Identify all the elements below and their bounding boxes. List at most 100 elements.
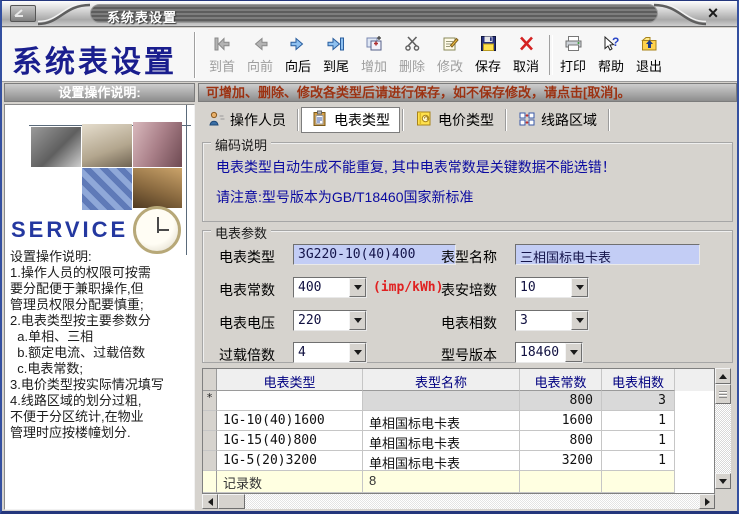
modify-record-button[interactable]: 修改: [431, 31, 469, 77]
meter-constant-combo[interactable]: 400: [293, 277, 367, 298]
phases-label: 电表相数: [441, 315, 497, 331]
cell-meter-constant[interactable]: 800: [520, 431, 602, 451]
next-record-button[interactable]: 向后: [279, 31, 317, 77]
grid-column-header[interactable]: 电表类型: [217, 369, 363, 391]
cancel-icon: [518, 34, 535, 53]
footer-empty-cell: [602, 471, 675, 493]
line-area-icon: [518, 111, 536, 130]
meter-type-input[interactable]: 3G220-10(40)400: [293, 244, 456, 265]
meter-constant-unit: (imp/kWh): [373, 280, 444, 295]
tab-line-area[interactable]: 线路区域: [509, 106, 606, 134]
meter-constant-label: 电表常数: [219, 282, 275, 298]
phases-combo[interactable]: 3: [515, 310, 589, 331]
print-button[interactable]: 打印: [554, 31, 592, 77]
price-type-icon: [415, 110, 433, 130]
grid-row[interactable]: 1G-5(20)3200 单相国标电卡表 3200 1: [203, 451, 714, 471]
cell-meter-constant[interactable]: 800: [520, 391, 602, 411]
model-name-input[interactable]: 三相国标电卡表: [515, 244, 700, 265]
close-button[interactable]: ×: [703, 2, 723, 24]
chevron-down-icon[interactable]: [565, 343, 582, 362]
instruction-line: 管理员权限分配要慎重;: [10, 297, 144, 312]
cell-meter-constant[interactable]: 1600: [520, 411, 602, 431]
row-selector[interactable]: [203, 451, 217, 471]
coding-groupbox-title: 编码说明: [211, 135, 272, 154]
add-record-button[interactable]: 增加: [355, 31, 393, 77]
overload-label: 过载倍数: [219, 347, 275, 363]
grid-column-header[interactable]: 表型名称: [363, 369, 520, 391]
save-button[interactable]: 保存: [469, 31, 507, 77]
tab-separator: [297, 109, 299, 131]
cell-meter-constant[interactable]: 3200: [520, 451, 602, 471]
grid-vertical-scrollbar[interactable]: [715, 368, 731, 489]
last-record-button[interactable]: 到尾: [317, 31, 355, 77]
cell-phases[interactable]: 1: [602, 431, 675, 451]
cell-model-name[interactable]: 单相国标电卡表: [363, 431, 520, 451]
print-icon: [564, 34, 583, 53]
scroll-down-icon[interactable]: [715, 473, 731, 489]
row-selector[interactable]: [203, 431, 217, 451]
row-selector[interactable]: [203, 411, 217, 431]
cell-meter-type[interactable]: 1G-15(40)800: [217, 431, 363, 451]
collage-photo-pen: [82, 124, 132, 167]
instruction-line: 1.操作人员的权限可按需: [10, 265, 151, 280]
cell-phases[interactable]: 1: [602, 411, 675, 431]
scroll-right-icon[interactable]: [699, 494, 715, 509]
chevron-down-icon[interactable]: [349, 343, 366, 362]
help-icon: ?: [601, 34, 621, 53]
ampere-combo[interactable]: 10: [515, 277, 589, 298]
first-icon: [212, 34, 232, 53]
save-icon: [480, 34, 497, 53]
coding-note-line: 电表类型自动生成不能重复, 其中电表常数是关键数据不能选错！: [216, 159, 616, 175]
record-count-label: 记录数: [217, 471, 363, 493]
cell-model-name[interactable]: 单相国标电卡表: [363, 411, 520, 431]
chevron-down-icon[interactable]: [571, 278, 588, 297]
chevron-down-icon[interactable]: [571, 311, 588, 330]
scroll-up-icon[interactable]: [715, 368, 731, 384]
last-icon: [326, 34, 346, 53]
grid-row[interactable]: 1G-10(40)1600 单相国标电卡表 1600 1: [203, 411, 714, 431]
model-version-combo[interactable]: 18460: [515, 342, 583, 363]
chevron-down-icon[interactable]: [349, 278, 366, 297]
toolbar: 到首 向前 向后 到尾 增加 删除 修改 保存 取消 打印 ? 帮助 退出: [203, 31, 668, 79]
tab-operators[interactable]: 操作人员: [198, 106, 295, 134]
svg-text:?: ?: [612, 35, 619, 49]
operator-icon: [207, 111, 225, 130]
voltage-label: 电表电压: [219, 315, 275, 331]
cell-model-name[interactable]: [363, 391, 520, 411]
horizontal-scroll-thumb[interactable]: [218, 494, 245, 509]
vertical-scroll-thumb[interactable]: [715, 384, 731, 404]
help-button[interactable]: ? 帮助: [592, 31, 630, 77]
delete-record-button[interactable]: 删除: [393, 31, 431, 77]
prev-record-button[interactable]: 向前: [241, 31, 279, 77]
sidebar: SERVICE 设置操作说明: 1.操作人员的权限可按需 要分配便于兼职操作,但…: [4, 104, 195, 510]
grid-column-header[interactable]: 电表相数: [602, 369, 675, 391]
grid-column-header[interactable]: 电表常数: [520, 369, 602, 391]
scroll-left-icon[interactable]: [202, 494, 218, 509]
overload-combo[interactable]: 4: [293, 342, 367, 363]
cancel-button[interactable]: 取消: [507, 31, 545, 77]
cell-phases[interactable]: 3: [602, 391, 675, 411]
cell-meter-type[interactable]: [217, 391, 363, 411]
collage-photo-businessman: [133, 168, 182, 208]
exit-button[interactable]: 退出: [630, 31, 668, 77]
row-selector: [203, 471, 217, 493]
ampere-label: 表安培数: [441, 282, 497, 298]
chevron-down-icon[interactable]: [349, 311, 366, 330]
header-bar: 系统表设置 到首 向前 向后 到尾 增加 删除 修改 保存 取消 打印 ? 帮助…: [2, 28, 737, 82]
model-version-label: 型号版本: [441, 347, 497, 363]
first-record-button[interactable]: 到首: [203, 31, 241, 77]
instruction-line: 4.线路区域的划分过粗,: [10, 393, 142, 408]
grid-new-row[interactable]: * 800 3: [203, 391, 714, 411]
grid-row[interactable]: 1G-15(40)800 单相国标电卡表 800 1: [203, 431, 714, 451]
toolbar-separator: [545, 35, 554, 75]
row-selector[interactable]: *: [203, 391, 217, 411]
grid-horizontal-scrollbar[interactable]: [202, 494, 715, 509]
voltage-combo[interactable]: 220: [293, 310, 367, 331]
meter-type-icon: [311, 110, 329, 130]
tab-meter-type[interactable]: 电表类型: [301, 107, 400, 133]
cell-model-name[interactable]: 单相国标电卡表: [363, 451, 520, 471]
tab-price-type[interactable]: 电价类型: [406, 106, 503, 134]
cell-phases[interactable]: 1: [602, 451, 675, 471]
cell-meter-type[interactable]: 1G-5(20)3200: [217, 451, 363, 471]
cell-meter-type[interactable]: 1G-10(40)1600: [217, 411, 363, 431]
